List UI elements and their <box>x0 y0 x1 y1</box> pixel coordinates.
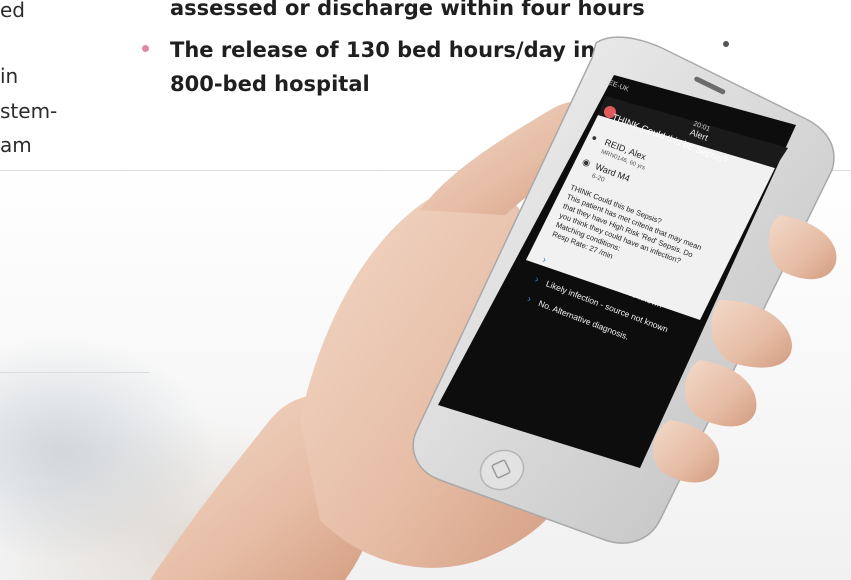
phone-camera <box>723 41 729 47</box>
hand-holding-phone-illustration: EE-UK 20:01 Alert THINK Could this be Se… <box>150 36 837 580</box>
